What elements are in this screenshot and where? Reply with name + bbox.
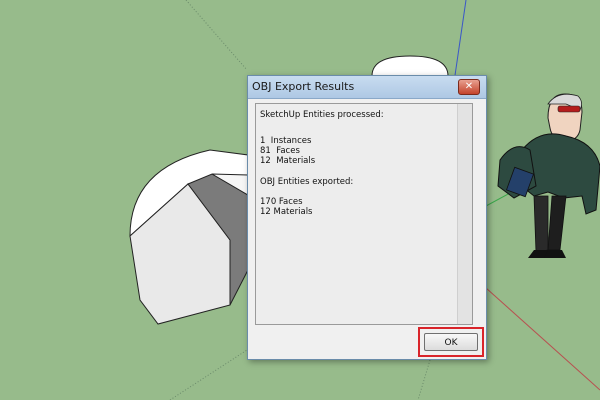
vertical-scrollbar[interactable]: [457, 104, 472, 324]
close-icon[interactable]: ✕: [458, 79, 480, 95]
processed-heading: SketchUp Entities processed:: [260, 110, 384, 120]
cap-shape: [371, 55, 449, 77]
ok-highlight: OK: [418, 327, 484, 357]
dotted-guide-top: [185, 0, 248, 71]
red-axis: [485, 287, 600, 391]
exported-item: 12 Materials: [260, 207, 313, 217]
exported-item: 170 Faces: [260, 197, 303, 207]
sketchup-viewport[interactable]: OBJ Export Results ✕ SketchUp Entities p…: [0, 0, 600, 400]
dotted-guide-right: [417, 359, 431, 400]
results-text-area[interactable]: SketchUp Entities processed: 1 Instances…: [255, 103, 473, 325]
green-axis: [485, 192, 511, 207]
processed-item: 81 Faces: [260, 146, 300, 156]
processed-item: 12 Materials: [260, 156, 316, 166]
dialog-title: OBJ Export Results: [252, 80, 355, 93]
dialog-titlebar[interactable]: OBJ Export Results ✕: [248, 76, 486, 99]
processed-item: 1 Instances: [260, 136, 312, 146]
person-figure: [497, 93, 600, 258]
ok-button[interactable]: OK: [424, 333, 478, 351]
obj-export-dialog: OBJ Export Results ✕ SketchUp Entities p…: [247, 75, 487, 360]
exported-heading: OBJ Entities exported:: [260, 177, 354, 187]
dotted-guide-bottom: [169, 349, 248, 400]
